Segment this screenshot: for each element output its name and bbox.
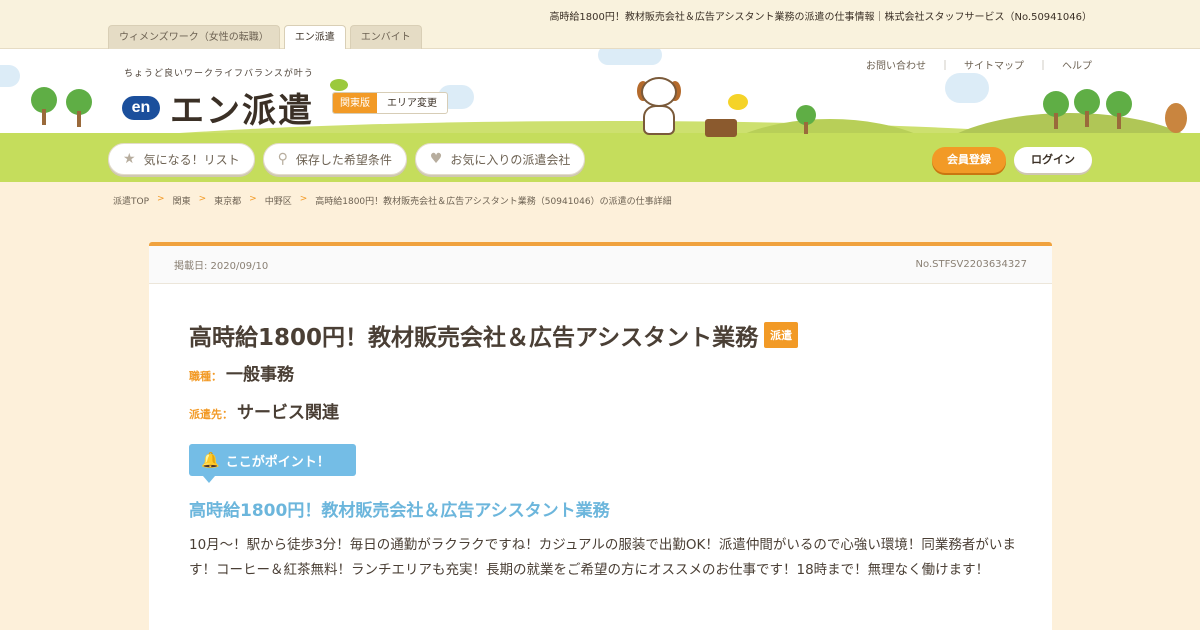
nav-label: 気になる！リスト [143, 152, 240, 167]
auth-buttons: 会員登録 ログイン [932, 147, 1092, 173]
site-tabs: ウィメンズワーク（女性の転職） エン派遣 エンバイト [108, 25, 422, 50]
breadcrumb: 派遣TOP > 関東 > 東京都 > 中野区 > 高時給1800円！教材販売会社… [113, 194, 672, 207]
tab-womens-work[interactable]: ウィメンズワーク（女性の転職） [108, 25, 280, 49]
yellow-bird-icon [728, 94, 748, 110]
point-badge: 🔔 ここがポイント！ [189, 444, 356, 483]
star-icon: ★ [123, 151, 136, 167]
nav-saved-conditions-button[interactable]: ⚲ 保存した希望条件 [262, 143, 407, 175]
help-link[interactable]: ヘルプ [1062, 57, 1092, 72]
breadcrumb-separator: > [157, 194, 165, 204]
search-icon: ⚲ [277, 151, 288, 167]
posted-date: 掲載日: 2020/09/10 [174, 261, 269, 272]
util-separator: ｜ [940, 61, 950, 72]
point-badge-label: ここがポイント！ [225, 454, 330, 470]
logo-text: エン派遣 [170, 91, 314, 131]
breadcrumb-current: 高時給1800円！教材販売会社＆広告アシスタント業務（50941046）の派遣の… [315, 197, 672, 207]
breadcrumb-item[interactable]: 中野区 [265, 194, 292, 207]
breadcrumb-separator: > [299, 194, 308, 204]
site-logo[interactable]: en エン派遣 [122, 83, 314, 132]
job-title-row: 高時給1800円！教材販売会社＆広告アシスタント業務 派遣 [189, 318, 799, 352]
login-button[interactable]: ログイン [1014, 147, 1092, 173]
job-category-label: 職種： [189, 370, 222, 383]
breadcrumb-item[interactable]: 東京都 [214, 194, 241, 207]
page-title-line: 高時給1800円！教材販売会社＆広告アシスタント業務の派遣の仕事情報｜株式会社ス… [549, 12, 1092, 23]
point-title: 高時給1800円！教材販売会社＆広告アシスタント業務 [189, 501, 610, 521]
nav-favorite-agencies-button[interactable]: ♥ お気に入りの派遣会社 [414, 143, 586, 175]
job-title: 高時給1800円！教材販売会社＆広告アシスタント業務 [189, 325, 759, 351]
tab-en-baito[interactable]: エンバイト [349, 25, 422, 49]
job-detail-card: 掲載日: 2020/09/10 No.STFSV2203634327 高時給18… [149, 242, 1052, 630]
region-selector: 関東版 エリア変更 [332, 92, 448, 114]
nav-watchlist-button[interactable]: ★ 気になる！リスト [108, 143, 255, 175]
job-destination: 派遣先： サービス関連 [189, 398, 339, 423]
tagline: ちょうど良いワークライフバランスが叶う [124, 69, 314, 79]
job-destination-value: サービス関連 [237, 403, 339, 423]
region-change-button[interactable]: エリア変更 [377, 93, 447, 113]
site-header: ちょうど良いワークライフバランスが叶う en エン派遣 関東版 エリア変更 お問… [0, 49, 1200, 182]
utility-links: お問い合わせ ｜ サイトマップ ｜ ヘルプ [866, 57, 1092, 72]
nav-label: 保存した希望条件 [295, 152, 392, 167]
bell-icon: 🔔 [201, 451, 220, 469]
stump-icon [705, 119, 737, 137]
job-destination-label: 派遣先： [189, 408, 233, 421]
squirrel-icon [1165, 103, 1187, 133]
job-category: 職種： 一般事務 [189, 360, 294, 385]
employment-type-badge: 派遣 [764, 322, 799, 348]
en-logo-icon: en [122, 95, 160, 120]
heart-icon: ♥ [429, 151, 443, 167]
main-nav: ★ 気になる！リスト ⚲ 保存した希望条件 ♥ お気に入りの派遣会社 [108, 143, 586, 175]
top-bar: 高時給1800円！教材販売会社＆広告アシスタント業務の派遣の仕事情報｜株式会社ス… [0, 0, 1200, 50]
cloud-decoration [945, 73, 989, 103]
cloud-decoration [598, 49, 662, 65]
job-number: No.STFSV2203634327 [915, 259, 1027, 270]
tab-en-haken[interactable]: エン派遣 [283, 25, 346, 50]
util-separator: ｜ [1038, 61, 1048, 72]
cloud-decoration [0, 65, 20, 87]
nav-label: お気に入りの派遣会社 [450, 152, 571, 167]
dog-mascot-icon [637, 77, 681, 135]
sitemap-link[interactable]: サイトマップ [964, 57, 1024, 72]
breadcrumb-item[interactable]: 派遣TOP [113, 194, 149, 207]
job-meta: 掲載日: 2020/09/10 No.STFSV2203634327 [149, 246, 1052, 284]
register-button[interactable]: 会員登録 [932, 147, 1006, 173]
breadcrumb-item[interactable]: 関東 [173, 194, 191, 207]
bird-icon [330, 79, 348, 91]
breadcrumb-separator: > [249, 194, 257, 204]
breadcrumb-separator: > [198, 194, 207, 204]
job-category-value: 一般事務 [226, 365, 294, 385]
point-description: 10月～！駅から徒歩3分！毎日の通勤がラクラクですね！カジュアルの服装で出勤OK… [189, 537, 1016, 578]
contact-link[interactable]: お問い合わせ [866, 57, 926, 72]
region-current: 関東版 [333, 93, 377, 113]
